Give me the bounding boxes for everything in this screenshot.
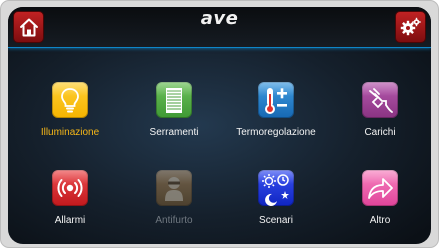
- settings-button[interactable]: [395, 11, 426, 43]
- tile-altro[interactable]: Altro: [330, 170, 430, 232]
- thermometer-icon: [258, 82, 294, 118]
- tile-label: Carichi: [364, 127, 396, 138]
- tile-label: Illuminazione: [40, 127, 100, 138]
- tile-label: Allarmi: [54, 215, 86, 226]
- top-bar: ave: [8, 7, 431, 48]
- burglar-icon: [156, 170, 192, 206]
- tile-label: Altro: [369, 215, 391, 226]
- tile-serramenti[interactable]: Serramenti: [124, 82, 224, 144]
- tile-illuminazione[interactable]: Illuminazione: [20, 82, 120, 144]
- tile-label: Scenari: [259, 215, 293, 226]
- alarm-icon: [52, 170, 88, 206]
- tile-label: Termoregolazione: [236, 127, 316, 138]
- shutter-icon: [156, 82, 192, 118]
- settings-gears-icon: [400, 17, 421, 36]
- tile-carichi[interactable]: Carichi: [330, 82, 430, 144]
- device-frame: ave Illuminazione Serramenti Termoregola…: [0, 0, 439, 248]
- tile-allarmi[interactable]: Allarmi: [20, 170, 120, 232]
- scenes-icon: [258, 170, 294, 206]
- arrow-icon: [362, 170, 398, 206]
- tile-antifurto[interactable]: Antifurto: [124, 170, 224, 232]
- lightbulb-icon: [52, 82, 88, 118]
- touch-screen: ave Illuminazione Serramenti Termoregola…: [8, 7, 431, 244]
- tile-termoregolazione[interactable]: Termoregolazione: [226, 82, 326, 144]
- tile-scenari[interactable]: Scenari: [226, 170, 326, 232]
- plug-icon: [362, 82, 398, 118]
- brand-logo: ave: [200, 8, 239, 29]
